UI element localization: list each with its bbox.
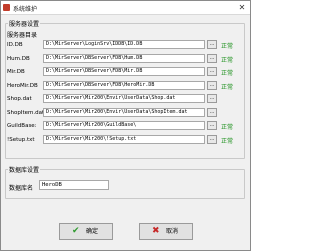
close-button[interactable]: ✕ [236, 3, 248, 12]
path-input[interactable]: D:\MirServer\Mir200\Envir\UserData\Shop.… [43, 94, 205, 103]
row-label: HeroMir.DB [7, 83, 38, 89]
db-name-input[interactable]: HeroDB [39, 180, 109, 190]
row-label: !Setup.txt [7, 137, 35, 143]
browse-button[interactable]: ... [207, 135, 217, 144]
status-label: 正常 [221, 84, 234, 91]
browse-button[interactable]: ... [207, 121, 217, 130]
path-input[interactable]: D:\MirServer\DBServer\FDB\Mir.DB [43, 67, 205, 76]
ok-button-label: 确定 [86, 228, 99, 235]
cancel-button[interactable]: ✖ 取消 [139, 223, 193, 240]
status-label: 正常 [221, 138, 234, 145]
browse-button[interactable]: ... [207, 40, 217, 49]
path-input[interactable]: D:\MirServer\DBServer\FDB\Hum.DB [43, 54, 205, 63]
title-bar[interactable]: 系统维护 ✕ [1, 1, 250, 15]
db-name-label: 数据库名 [9, 185, 34, 192]
status-label: 正常 [221, 57, 234, 64]
row-label: ShopItem.dat [7, 110, 45, 116]
database-settings-title: 数据库设置 [8, 165, 41, 174]
path-input[interactable]: D:\MirServer\DBServer\FDB\HeroMir.DB [43, 81, 205, 90]
row-label: Mir.DB [7, 69, 25, 75]
browse-button[interactable]: ... [207, 81, 217, 90]
row-label: Shop.dat [7, 96, 32, 102]
row-label: GuildBase: [7, 123, 37, 129]
window-title: 系统维护 [13, 6, 38, 13]
status-label: 正常 [221, 43, 234, 50]
status-label: 正常 [221, 70, 234, 77]
row-label: ID.DB [7, 42, 23, 48]
app-icon [3, 4, 10, 11]
path-input[interactable]: D:\MirServer\Mir200\Envir\UserData\ShopI… [43, 108, 205, 117]
path-input[interactable]: D:\MirServer\LoginSrv\IDDB\ID.DB [43, 40, 205, 49]
cancel-x-icon: ✖ [152, 226, 160, 236]
server-settings-title: 服务器设置 [8, 19, 41, 28]
server-directory-label: 服务器目录 [7, 32, 38, 39]
path-input[interactable]: D:\MirServer\Mir200\GuildBase\ [43, 121, 205, 130]
ok-button[interactable]: ✔ 确定 [59, 223, 113, 240]
checkmark-icon: ✔ [72, 226, 80, 236]
browse-button[interactable]: ... [207, 108, 217, 117]
path-input[interactable]: D:\MirServer\Mir200\!Setup.txt [43, 135, 205, 144]
browse-button[interactable]: ... [207, 54, 217, 63]
cancel-button-label: 取消 [166, 228, 179, 235]
browse-button[interactable]: ... [207, 67, 217, 76]
status-label: 正常 [221, 124, 234, 131]
browse-button[interactable]: ... [207, 94, 217, 103]
system-maintenance-dialog: 系统维护 ✕ 服务器设置 服务器目录 ID.DB D:\MirServer\Log… [0, 0, 251, 251]
row-label: Hum.DB [7, 56, 30, 62]
